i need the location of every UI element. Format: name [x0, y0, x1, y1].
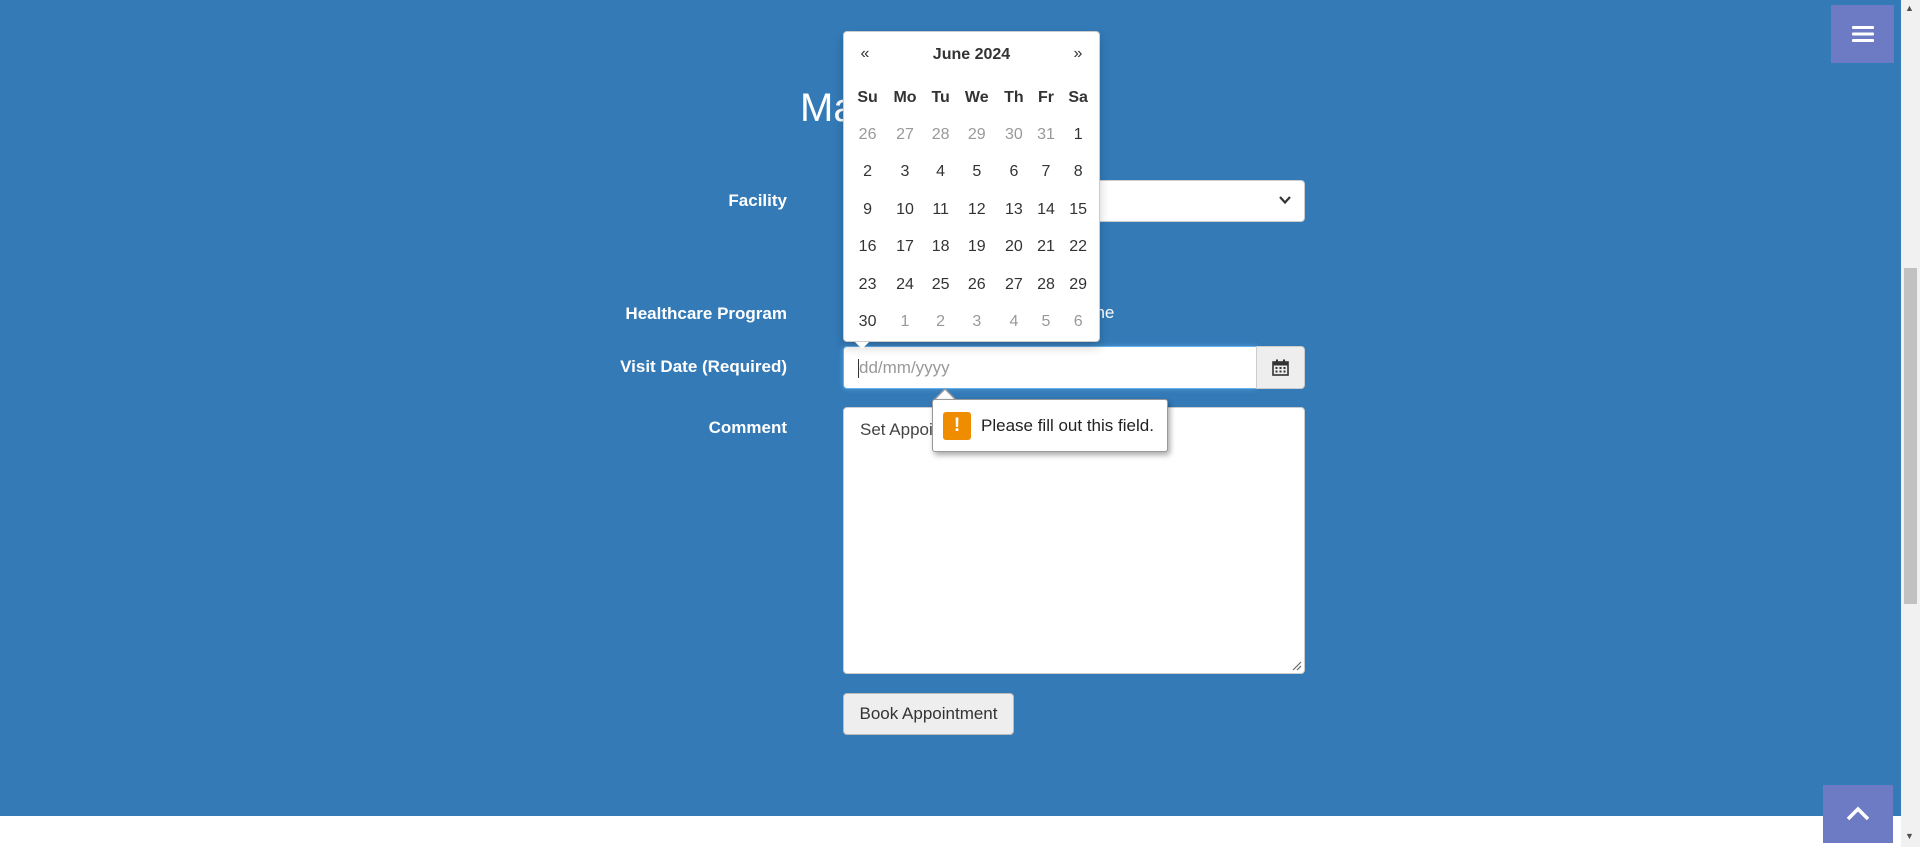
- datepicker-day[interactable]: 23: [850, 266, 885, 304]
- vertical-scrollbar[interactable]: ▲ ▼: [1901, 0, 1920, 847]
- datepicker-day-other-month[interactable]: 2: [925, 304, 957, 342]
- scroll-down-arrow-icon[interactable]: ▼: [1905, 831, 1914, 841]
- datepicker-day-other-month[interactable]: 31: [1031, 116, 1062, 154]
- datepicker-day[interactable]: 2: [850, 154, 885, 192]
- weekday-header: Tu: [931, 89, 950, 106]
- datepicker-day[interactable]: 13: [997, 191, 1031, 229]
- datepicker-days: 26 27 28 29 30 31 1 2 3 4 5 6 7 8 9 10 11 12 13 14 15 16 17 18 1…: [850, 116, 1095, 341]
- datepicker-day[interactable]: 24: [885, 266, 925, 304]
- datepicker-day[interactable]: 27: [997, 266, 1031, 304]
- datepicker-day[interactable]: 19: [956, 229, 997, 267]
- scroll-up-arrow-icon[interactable]: ▲: [1905, 3, 1914, 13]
- book-appointment-button[interactable]: Book Appointment: [843, 693, 1014, 735]
- page-footer-strip: [0, 816, 1901, 847]
- datepicker-day[interactable]: 21: [1031, 229, 1062, 267]
- datepicker-day[interactable]: 7: [1031, 154, 1062, 192]
- datepicker-week-row: 23 24 25 26 27 28 29: [850, 266, 1095, 304]
- weekday-header: Fr: [1038, 89, 1054, 106]
- healthcare-program-label: Healthcare Program: [625, 304, 787, 323]
- datepicker-popup: « June 2024 » Su Mo Tu We Th Fr Sa 26 27 28 29 30 3…: [843, 31, 1100, 349]
- datepicker-day[interactable]: 11: [925, 191, 957, 229]
- weekday-header: We: [964, 89, 989, 106]
- datepicker-day-other-month[interactable]: 3: [956, 304, 997, 342]
- datepicker-day-other-month[interactable]: 26: [850, 116, 885, 154]
- comment-label: Comment: [708, 418, 787, 437]
- datepicker-day[interactable]: 5: [956, 154, 997, 192]
- datepicker-day[interactable]: 8: [1061, 154, 1095, 192]
- datepicker-day-other-month[interactable]: 29: [956, 116, 997, 154]
- datepicker-day[interactable]: 15: [1061, 191, 1095, 229]
- visit-date-label: Visit Date (Required): [620, 357, 787, 376]
- weekday-header: Th: [1004, 89, 1024, 106]
- datepicker-day-other-month[interactable]: 1: [885, 304, 925, 342]
- weekday-header: Mo: [893, 89, 917, 106]
- chevron-down-icon: [1279, 196, 1291, 205]
- weekday-header: Su: [857, 89, 878, 106]
- weekday-header: Sa: [1068, 89, 1088, 106]
- datepicker-day[interactable]: 1: [1061, 116, 1095, 154]
- datepicker-day[interactable]: 30: [850, 304, 885, 342]
- datepicker-day[interactable]: 25: [925, 266, 957, 304]
- datepicker-grid: Su Mo Tu We Th Fr Sa 26 27 28 29 30 31 1 2 3 4 5 6 7 8 9 10 11…: [850, 80, 1095, 341]
- datepicker-week-row: 26 27 28 29 30 31 1: [850, 116, 1095, 154]
- datepicker-day[interactable]: 9: [850, 191, 885, 229]
- datepicker-day[interactable]: 22: [1061, 229, 1095, 267]
- resize-grip-icon[interactable]: [1292, 661, 1302, 671]
- datepicker-day[interactable]: 14: [1031, 191, 1062, 229]
- visit-date-placeholder: dd/mm/yyyy: [859, 358, 950, 377]
- datepicker-day[interactable]: 17: [885, 229, 925, 267]
- datepicker-week-row: 2345678: [850, 154, 1095, 192]
- menu-button[interactable]: [1831, 5, 1894, 63]
- datepicker-next-button[interactable]: »: [1063, 45, 1093, 63]
- datepicker-day[interactable]: 10: [885, 191, 925, 229]
- datepicker-week-row: 9 10 11 12 13 14 15: [850, 191, 1095, 229]
- datepicker-day[interactable]: 20: [997, 229, 1031, 267]
- datepicker-day[interactable]: 4: [925, 154, 957, 192]
- weekday-header-row: Su Mo Tu We Th Fr Sa: [850, 80, 1095, 116]
- datepicker-day[interactable]: 29: [1061, 266, 1095, 304]
- datepicker-pointer: [855, 342, 869, 349]
- datepicker-day-other-month[interactable]: 30: [997, 116, 1031, 154]
- datepicker-day[interactable]: 12: [956, 191, 997, 229]
- datepicker-week-row: 16 17 18 19 20 21 22: [850, 229, 1095, 267]
- validation-tooltip: ! Please fill out this field.: [932, 399, 1168, 452]
- datepicker-day[interactable]: 18: [925, 229, 957, 267]
- validation-message: Please fill out this field.: [981, 415, 1154, 435]
- datepicker-header: « June 2024 »: [844, 32, 1099, 80]
- datepicker-day-other-month[interactable]: 27: [885, 116, 925, 154]
- datepicker-week-row: 30 1 2 3 4 5 6: [850, 304, 1095, 342]
- datepicker-day[interactable]: 26: [956, 266, 997, 304]
- datepicker-day-other-month[interactable]: 5: [1031, 304, 1062, 342]
- warning-icon: !: [943, 411, 971, 440]
- datepicker-day[interactable]: 28: [1031, 266, 1062, 304]
- comment-text: Set Appoi: [860, 420, 933, 439]
- calendar-icon: [1272, 359, 1289, 376]
- datepicker-day[interactable]: 3: [885, 154, 925, 192]
- visit-date-input[interactable]: dd/mm/yyyy: [843, 346, 1257, 389]
- datepicker-day[interactable]: 16: [850, 229, 885, 267]
- datepicker-day[interactable]: 6: [997, 154, 1031, 192]
- chevron-up-icon: [1846, 806, 1870, 821]
- datepicker-month-title[interactable]: June 2024: [884, 46, 1059, 64]
- facility-label: Facility: [728, 191, 787, 210]
- datepicker-day-other-month[interactable]: 6: [1061, 304, 1095, 342]
- datepicker-prev-button[interactable]: «: [850, 45, 880, 63]
- calendar-button[interactable]: [1256, 346, 1305, 389]
- datepicker-day-other-month[interactable]: 28: [925, 116, 957, 154]
- scroll-to-top-button[interactable]: [1823, 785, 1893, 843]
- datepicker-day-other-month[interactable]: 4: [997, 304, 1031, 342]
- scrollbar-thumb[interactable]: [1904, 268, 1917, 604]
- hamburger-menu-icon: [1851, 26, 1874, 42]
